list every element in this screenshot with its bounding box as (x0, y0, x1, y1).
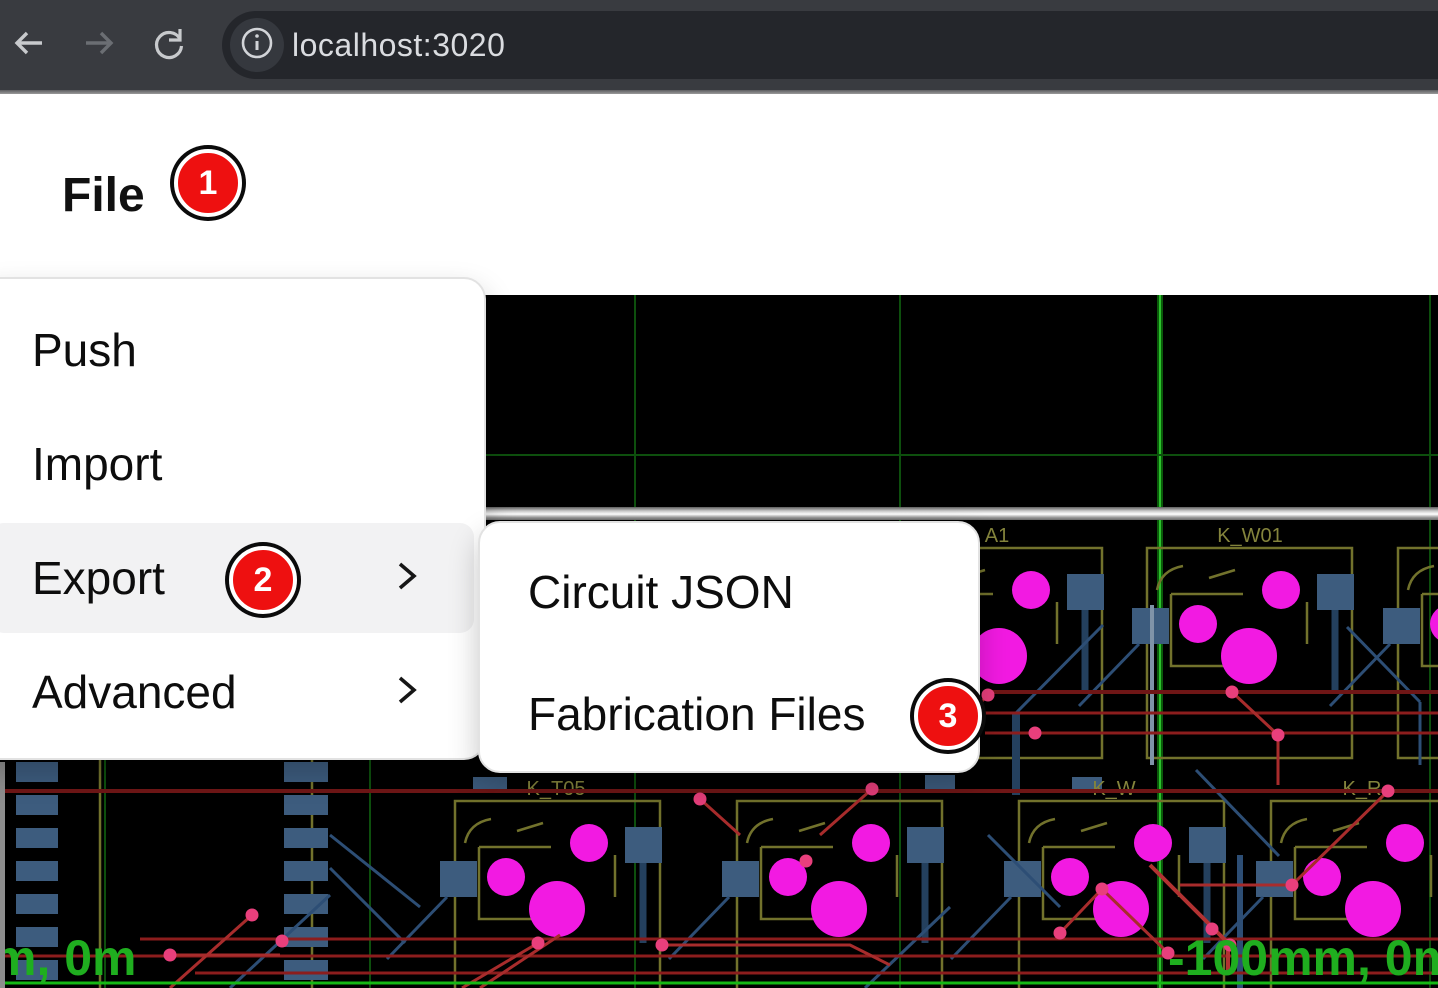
coordinate-label-left: m, 0m (0, 930, 137, 986)
browser-window: A1 K_W01 K_T05 K_W K_R (0, 0, 1438, 988)
forward-button[interactable] (78, 24, 120, 66)
browser-toolbar: localhost:3020 (0, 0, 1438, 90)
coordinate-label-right: -100mm, 0m (1168, 930, 1438, 986)
chevron-right-icon (394, 665, 420, 719)
reload-button[interactable] (148, 24, 190, 66)
menu-item-push[interactable]: Push (0, 295, 474, 405)
badge-number: 1 (199, 164, 218, 203)
address-bar[interactable]: localhost:3020 (222, 11, 1438, 79)
file-menu-button[interactable]: File (62, 168, 145, 223)
back-arrow-icon (10, 24, 48, 67)
menu-item-label: Import (32, 437, 162, 491)
annotation-badge-1: 1 (174, 149, 242, 217)
chevron-right-icon (394, 551, 420, 605)
menu-item-label: Push (32, 323, 137, 377)
menu-item-label: Advanced (32, 665, 237, 719)
url-text[interactable]: localhost:3020 (292, 11, 505, 79)
submenu-item-label: Fabrication Files (528, 687, 865, 741)
file-dropdown-menu: Push Import Export Advanced (0, 277, 486, 760)
back-button[interactable] (8, 24, 50, 66)
component-label: A1 (985, 525, 1009, 547)
info-icon (239, 25, 275, 66)
menu-item-advanced[interactable]: Advanced (0, 637, 474, 747)
forward-arrow-icon (80, 24, 118, 67)
site-info-button[interactable] (230, 18, 284, 72)
component-label: K_W01 (1217, 525, 1283, 547)
left-edge-line (0, 762, 5, 988)
menu-item-import[interactable]: Import (0, 409, 474, 519)
submenu-item-fabrication-files[interactable]: Fabrication Files (490, 663, 968, 765)
badge-number: 3 (939, 697, 958, 736)
reload-icon (150, 24, 188, 67)
toolbar-divider (0, 90, 1438, 94)
annotation-badge-2: 2 (229, 546, 297, 614)
submenu-item-circuit-json[interactable]: Circuit JSON (490, 541, 968, 643)
export-submenu: Circuit JSON Fabrication Files (478, 521, 980, 773)
annotation-badge-3: 3 (914, 682, 982, 750)
badge-number: 2 (254, 561, 273, 600)
menu-item-label: Export (32, 551, 165, 605)
submenu-item-label: Circuit JSON (528, 565, 794, 619)
